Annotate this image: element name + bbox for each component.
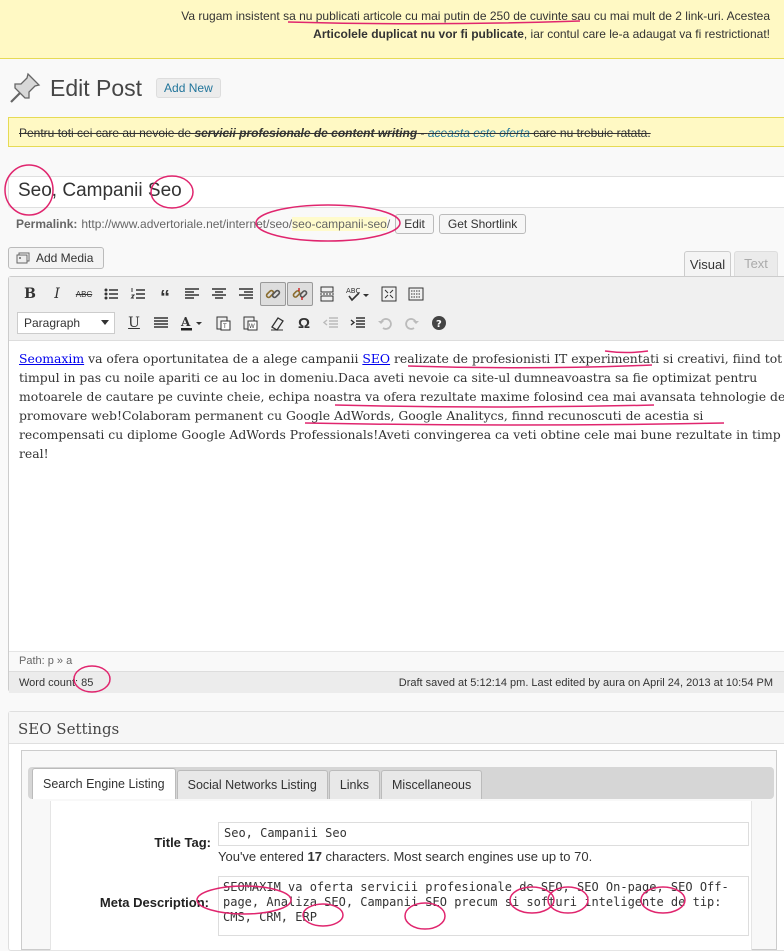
hint-text-tail: characters. Most search engines use up t… <box>321 849 593 864</box>
tab-social-networks-listing[interactable]: Social Networks Listing <box>176 770 328 799</box>
svg-text:T: T <box>223 324 227 330</box>
notice-bold: Articolele duplicat nu vor fi publicate <box>313 27 524 41</box>
seo-settings-box: SEO Settings Search Engine Listing Socia… <box>8 711 784 951</box>
seo-tab-bar: Search Engine Listing Social Networks Li… <box>28 767 774 799</box>
add-media-label: Add Media <box>36 251 94 265</box>
notice-emphasis: sa nu publicati articole cu mai putin de… <box>283 9 568 23</box>
justify-icon[interactable] <box>148 311 174 335</box>
title-tag-input[interactable]: Seo, Campanii Seo <box>218 822 749 846</box>
title-tag-label: Title Tag: <box>154 835 211 850</box>
path-bar: Path: p » a <box>9 651 784 671</box>
post-title-input[interactable]: Seo, Campanii Seo <box>8 176 784 208</box>
seo-settings-inner: Search Engine Listing Social Networks Li… <box>21 750 777 951</box>
paste-text-icon[interactable]: T <box>210 311 236 335</box>
word-count: Word count: 85 <box>19 677 93 689</box>
tab-search-engine-listing[interactable]: Search Engine Listing <box>32 768 176 799</box>
special-char-icon[interactable]: Ω <box>291 311 317 335</box>
tab-links[interactable]: Links <box>328 770 381 799</box>
nag-text: Pentru toti cei care au nevoie de <box>19 126 195 140</box>
spellcheck-icon[interactable]: ABC <box>341 282 375 306</box>
get-shortlink-button[interactable]: Get Shortlink <box>438 214 527 234</box>
bullet-list-icon[interactable] <box>98 282 124 306</box>
toolbar-row-1: B I ABC “ ABC <box>17 281 430 308</box>
editor-toolbar: B I ABC “ ABC Paragraph U A T W Ω ? <box>9 277 784 341</box>
italic-icon[interactable]: I <box>44 282 70 306</box>
numbered-list-icon[interactable] <box>125 282 151 306</box>
help-icon[interactable]: ? <box>426 311 452 335</box>
insert-link-icon[interactable] <box>260 282 286 306</box>
remove-link-icon[interactable] <box>287 282 313 306</box>
format-select-value: Paragraph <box>24 316 81 330</box>
title-tag-hint: You've entered 17 characters. Most searc… <box>218 849 592 864</box>
tab-miscellaneous[interactable]: Miscellaneous <box>381 770 483 799</box>
page-heading: Edit Post Add New <box>8 70 221 106</box>
hint-count: 17 <box>307 849 322 864</box>
tab-text[interactable]: Text <box>734 251 778 276</box>
paste-word-icon[interactable]: W <box>237 311 263 335</box>
fullscreen-icon[interactable] <box>376 282 402 306</box>
notice-text: Va rugam insistent <box>181 9 284 23</box>
outdent-icon[interactable] <box>318 311 344 335</box>
align-right-icon[interactable] <box>233 282 259 306</box>
post-editor: B I ABC “ ABC Paragraph U A T W Ω ? Seom… <box>8 276 784 693</box>
permalink-row: Permalink: http://www.advertoriale.net/i… <box>16 212 527 236</box>
content-text: va ofera oportunitatea de a alege campan… <box>84 351 363 366</box>
notice-banner: Va rugam insistent sa nu publicati artic… <box>0 0 784 59</box>
content-link-seomaxim[interactable]: Seomaxim <box>19 351 84 366</box>
nag-emphasis: servicii profesionale de content writing <box>194 126 418 140</box>
clear-format-icon[interactable] <box>264 311 290 335</box>
draft-status: Draft saved at 5:12:14 pm. Last edited b… <box>398 677 773 689</box>
seo-panel: Title Tag: Seo, Campanii Seo You've ente… <box>50 801 752 951</box>
hint-text: You've entered <box>218 849 308 864</box>
strikethrough-icon[interactable]: ABC <box>71 282 97 306</box>
format-select[interactable]: Paragraph <box>17 312 115 334</box>
content-text-body: realizate de profesionisti IT experiment… <box>19 351 784 461</box>
permalink-edit-button[interactable]: Edit <box>395 214 434 234</box>
meta-description-input[interactable]: SEOMAXIM va oferta servicii profesionale… <box>218 876 749 936</box>
permalink-slug[interactable]: seo-campanii-seo <box>292 217 387 231</box>
word-count-label: Word count: <box>19 677 82 689</box>
align-left-icon[interactable] <box>179 282 205 306</box>
undo-icon[interactable] <box>372 311 398 335</box>
page-title: Edit Post <box>50 74 143 101</box>
tab-visual[interactable]: Visual <box>684 251 731 277</box>
permalink-base: http://www.advertoriale.net/internet/seo… <box>81 217 293 231</box>
nag-separator: - <box>417 126 428 140</box>
word-count-value: 85 <box>81 677 94 689</box>
add-new-button[interactable]: Add New <box>156 78 221 98</box>
svg-text:A: A <box>180 315 191 329</box>
permalink-trail: / <box>386 217 391 231</box>
redo-icon[interactable] <box>399 311 425 335</box>
nag-offer-link[interactable]: aceasta este oferta <box>428 126 530 140</box>
pushpin-icon <box>10 72 41 103</box>
permalink-label: Permalink: <box>16 217 78 231</box>
seo-settings-title[interactable]: SEO Settings <box>9 712 784 744</box>
toolbar-row-2: Paragraph U A T W Ω ? <box>17 310 453 336</box>
media-icon <box>16 252 30 263</box>
bold-icon[interactable]: B <box>17 282 43 306</box>
add-media-button[interactable]: Add Media <box>8 247 105 269</box>
status-bar: Word count: 85 Draft saved at 5:12:14 pm… <box>9 671 784 693</box>
text-color-icon[interactable]: A <box>175 311 209 335</box>
nag-text-tail: care nu trebuie ratata. <box>529 126 651 140</box>
notice-text-line2: , iar contul care le-a adaugat va fi res… <box>523 27 770 41</box>
kitchen-sink-icon[interactable] <box>403 282 429 306</box>
editor-content[interactable]: Seomaxim va ofera oportunitatea de a ale… <box>19 349 784 463</box>
update-nag: Pentru toti cei care au nevoie de servic… <box>8 117 784 147</box>
align-center-icon[interactable] <box>206 282 232 306</box>
indent-icon[interactable] <box>345 311 371 335</box>
content-link-seo[interactable]: SEO <box>362 351 390 366</box>
chevron-down-icon <box>101 320 109 325</box>
svg-text:W: W <box>249 324 255 330</box>
more-tag-icon[interactable] <box>314 282 340 306</box>
meta-description-label: Meta Description: <box>99 895 209 910</box>
blockquote-icon[interactable]: “ <box>152 282 178 308</box>
notice-text-tail: sau cu mai mult de 2 link-uri. Acestea <box>567 9 770 23</box>
underline-icon[interactable]: U <box>121 311 147 335</box>
svg-text:?: ? <box>436 319 442 330</box>
